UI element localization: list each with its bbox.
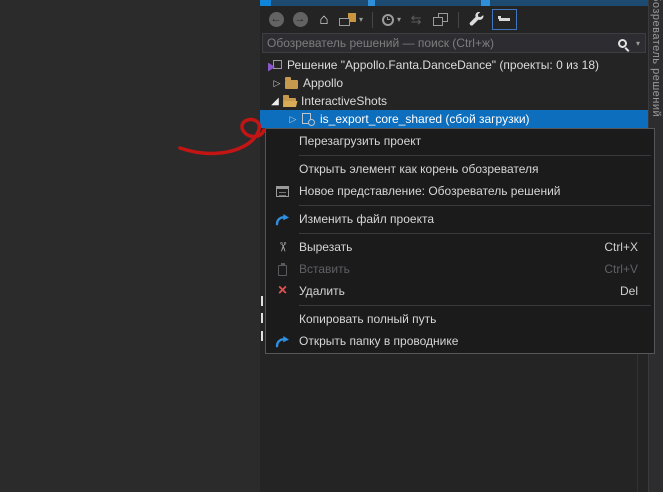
menu-item-open-as-root[interactable]: Открыть элемент как корень обозревателя — [266, 158, 654, 180]
back-icon: ← — [268, 12, 284, 27]
back-button[interactable]: ← — [267, 10, 285, 30]
forward-button[interactable]: → — [291, 10, 309, 30]
stacked-windows-icon — [432, 13, 448, 26]
project-unloaded-icon — [301, 112, 315, 126]
screenshot-root: ← → ⌂ ▾ ▾ ⇆ Обозреватель решений — поиск… — [0, 0, 663, 492]
expander-expanded-icon[interactable]: ◢ — [270, 96, 280, 107]
forward-icon: → — [292, 12, 308, 27]
sync-with-active-document-button[interactable]: ⇆ — [407, 10, 425, 30]
home-button[interactable]: ⌂ — [315, 10, 333, 30]
menu-item-reload-project[interactable]: Перезагрузить проект — [266, 130, 654, 152]
clipboard-icon — [278, 262, 287, 276]
menu-separator — [299, 305, 651, 306]
scrollbar-track-edge — [637, 353, 638, 492]
tree-row-folder-appollo[interactable]: ▷ Appollo — [260, 74, 648, 92]
show-all-files-button[interactable] — [431, 10, 449, 30]
solution-tree: Решение "Appollo.Fanta.DanceDance" (прое… — [260, 56, 648, 128]
context-menu: Перезагрузить проект Открыть элемент как… — [265, 128, 655, 354]
switch-views-icon — [339, 13, 356, 26]
chevron-down-icon: ▾ — [359, 15, 364, 24]
folder-open-icon — [283, 95, 296, 107]
background-text-artifact — [261, 331, 263, 341]
home-icon: ⌂ — [319, 10, 329, 28]
background-text-artifact — [261, 296, 263, 306]
toolbar-separator — [458, 11, 460, 28]
menu-shortcut: Del — [619, 284, 638, 298]
search-dropdown-chevron-icon[interactable]: ▾ — [636, 39, 640, 48]
toolbar-separator — [372, 11, 374, 28]
preview-selected-items-toggle[interactable] — [492, 9, 518, 30]
menu-separator — [299, 205, 651, 206]
menu-item-edit-project-file[interactable]: Изменить файл проекта — [266, 208, 654, 230]
search-icon[interactable] — [617, 38, 627, 48]
chevron-down-icon: ▾ — [397, 15, 402, 24]
expander-collapsed-icon[interactable]: ▷ — [288, 114, 298, 125]
expander-collapsed-icon[interactable]: ▷ — [272, 78, 282, 89]
menu-separator — [299, 233, 651, 234]
menu-item-paste[interactable]: Вставить Ctrl+V — [266, 258, 654, 280]
tree-row-label: Решение "Appollo.Fanta.DanceDance" (прое… — [287, 58, 599, 72]
delete-x-icon: × — [277, 282, 288, 299]
menu-item-copy-full-path[interactable]: Копировать полный путь — [266, 308, 654, 330]
pending-changes-filter-button[interactable]: ▾ — [382, 10, 401, 30]
wrench-icon — [469, 11, 484, 25]
curved-arrow-icon — [275, 335, 289, 347]
new-solution-explorer-view-icon — [276, 185, 289, 197]
tree-row-label: InteractiveShots — [301, 94, 388, 108]
tree-row-label: is_export_core_shared (сбой загрузки) — [320, 112, 530, 126]
menu-item-cut[interactable]: ✂ Вырезать Ctrl+X — [266, 236, 654, 258]
scissors-icon: ✂ — [275, 241, 291, 253]
menu-shortcut: Ctrl+V — [604, 262, 638, 276]
switch-views-button[interactable]: ▾ — [339, 10, 363, 30]
folder-closed-icon — [285, 77, 298, 89]
menu-item-delete[interactable]: × Удалить Del — [266, 280, 654, 302]
search-input[interactable]: Обозреватель решений — поиск (Ctrl+ж) ▾ — [262, 33, 646, 53]
curved-arrow-icon — [275, 213, 289, 225]
background-text-artifact — [261, 313, 263, 323]
clock-icon — [382, 13, 395, 26]
tree-row-project-unloaded[interactable]: ▷ is_export_core_shared (сбой загрузки) — [260, 110, 648, 128]
tree-row-solution[interactable]: Решение "Appollo.Fanta.DanceDance" (прое… — [260, 56, 648, 74]
menu-item-new-view[interactable]: Новое представление: Обозреватель решени… — [266, 180, 654, 202]
sync-icon: ⇆ — [410, 11, 422, 27]
red-arrow-annotation — [178, 117, 266, 156]
solution-icon — [268, 59, 282, 72]
properties-wrench-button[interactable] — [468, 10, 486, 30]
menu-item-open-folder-in-explorer[interactable]: Открыть папку в проводнике — [266, 330, 654, 352]
solution-explorer-toolbar: ← → ⌂ ▾ ▾ ⇆ — [260, 6, 648, 33]
tree-row-folder-interactiveshots[interactable]: ◢ InteractiveShots — [260, 92, 648, 110]
menu-shortcut: Ctrl+X — [604, 240, 638, 254]
search-placeholder: Обозреватель решений — поиск (Ctrl+ж) — [267, 36, 494, 50]
side-tab-label: Обозреватель решений — [650, 0, 662, 118]
menu-separator — [299, 155, 651, 156]
tree-row-label: Appollo — [303, 76, 344, 90]
